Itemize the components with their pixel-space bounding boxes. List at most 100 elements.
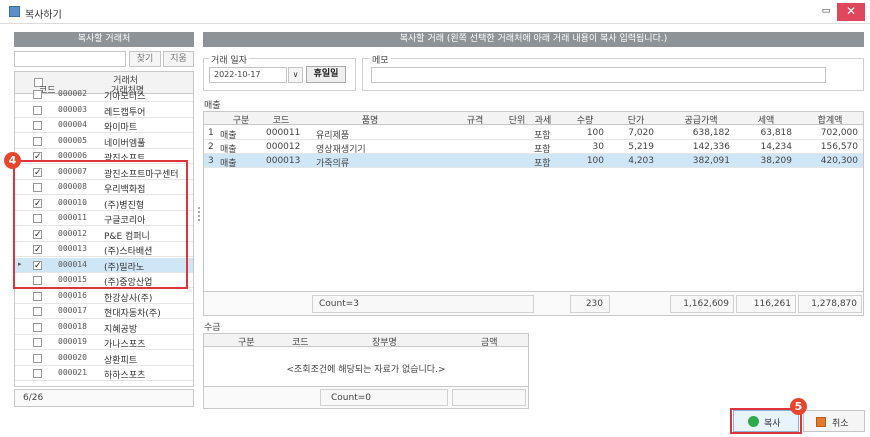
- client-row[interactable]: 000004 와이마트: [15, 118, 193, 133]
- client-code: 000019: [58, 337, 87, 346]
- sales-col-header[interactable]: 수량: [564, 113, 606, 126]
- sales-col-header[interactable]: 품명: [306, 113, 434, 126]
- sales-col-header[interactable]: 단위: [506, 113, 528, 126]
- client-row[interactable]: 000018 지혜공방: [15, 320, 193, 335]
- sales-col-header[interactable]: 규격: [436, 113, 514, 126]
- sales-grid-footer: Count=3 230 1,162,609 116,261 1,278,870: [204, 291, 863, 315]
- client-code: 000018: [58, 321, 87, 331]
- chevron-down-icon[interactable]: ∨: [288, 67, 303, 83]
- client-name: 상환피트: [104, 355, 138, 366]
- client-row-checkbox[interactable]: [33, 322, 42, 332]
- sales-cell-code: 000012: [266, 142, 301, 152]
- sales-row-number: 2: [208, 142, 214, 152]
- date-label: 거래 일자: [209, 53, 249, 66]
- clear-button[interactable]: 지움: [163, 51, 194, 67]
- title-bar: 복사하기 ▭ ✕: [0, 0, 870, 24]
- client-code: 000020: [58, 352, 87, 362]
- client-code: 000017: [58, 306, 87, 315]
- client-row[interactable]: 000002 기아모터스: [15, 87, 193, 102]
- sales-grid-header: 구분 코드 품명 규격 단위 과세 수량 단가 공급가액 세액 합계액: [204, 112, 863, 126]
- client-row-checkbox[interactable]: [33, 307, 42, 316]
- sales-col-header[interactable]: 단가: [614, 113, 658, 126]
- sales-cell-qty: 30: [592, 142, 604, 152]
- client-row-checkbox[interactable]: [33, 105, 42, 115]
- date-input[interactable]: 2022-10-17: [209, 67, 287, 83]
- sales-cell-price: 4,203: [628, 156, 654, 166]
- receipt-col-type[interactable]: 구분: [238, 335, 255, 348]
- sales-col-header[interactable]: 합계액: [798, 113, 862, 126]
- receipt-col-code[interactable]: 코드: [292, 335, 309, 348]
- cancel-button[interactable]: 취소: [803, 410, 865, 432]
- client-row-checkbox[interactable]: [33, 291, 42, 301]
- sales-cell-price: 5,219: [628, 142, 654, 152]
- cancel-button-label: 취소: [832, 419, 849, 429]
- receipt-empty-message: <조회조건에 해당되는 자료가 없습니다.>: [286, 365, 446, 375]
- client-row[interactable]: 000017 현대자동차(주): [15, 304, 193, 319]
- client-row-checkbox[interactable]: [33, 369, 42, 378]
- receipt-grid-footer: Count=0: [204, 386, 528, 408]
- sales-count: Count=3: [319, 299, 359, 309]
- client-row-checkbox[interactable]: [33, 136, 42, 146]
- client-row[interactable]: 000003 레드캡투어: [15, 103, 193, 118]
- sales-row[interactable]: 2 매출 000012 영상재생기기 포함 30 5,219 142,336 14,234 156…: [204, 140, 863, 155]
- panel-splitter[interactable]: [198, 205, 202, 225]
- app-icon: [9, 6, 20, 17]
- selection-count: 6/26: [23, 393, 44, 403]
- client-name: 네이버엠풀: [104, 138, 146, 149]
- client-row[interactable]: 000021 하하스포츠: [15, 366, 193, 381]
- callout-badge-4: 4: [4, 152, 21, 169]
- sales-col-header[interactable]: 공급가액: [668, 113, 734, 126]
- client-row[interactable]: 000020 상환피트: [15, 351, 193, 366]
- callout-highlight-checked-clients: [13, 160, 188, 289]
- receipt-col-account[interactable]: 장부명: [372, 335, 397, 348]
- date-value: 2022-10-17: [214, 70, 261, 79]
- sales-cell-total: 156,570: [820, 142, 858, 152]
- sales-col-header[interactable]: 세액: [736, 113, 796, 126]
- holiday-button[interactable]: 휴일일: [306, 66, 346, 83]
- client-name: 가나스포츠: [104, 340, 146, 350]
- client-name: 와이마트: [104, 123, 138, 133]
- sales-col-header[interactable]: 코드: [260, 113, 302, 126]
- memo-label: 메모: [370, 53, 391, 66]
- sales-section-label: 매출: [204, 101, 221, 111]
- client-code: 000004: [58, 120, 87, 129]
- client-row-checkbox[interactable]: [33, 353, 42, 363]
- sales-cell-tax: 포함: [534, 159, 551, 169]
- sales-total-supply: 1,162,609: [683, 299, 729, 309]
- memo-input[interactable]: [371, 67, 826, 83]
- client-row[interactable]: 000016 한강상사(주): [15, 289, 193, 304]
- client-grid-footer: 6/26: [14, 389, 194, 407]
- client-name: 하하스포츠: [104, 371, 146, 381]
- receipt-grid: 구분 코드 장부명 금액 <조회조건에 해당되는 자료가 없습니다.> Coun…: [203, 333, 529, 409]
- client-row-checkbox[interactable]: [33, 338, 42, 347]
- client-row-checkbox[interactable]: [33, 121, 42, 130]
- client-code: 000021: [58, 368, 87, 377]
- sales-cell-qty: 100: [586, 128, 604, 138]
- client-row[interactable]: 000019 가나스포츠: [15, 335, 193, 350]
- client-name: 기아모터스: [104, 92, 146, 102]
- sales-cell-code: 000013: [266, 156, 301, 166]
- client-search-input[interactable]: [14, 51, 126, 67]
- sales-col-header[interactable]: 구분: [226, 113, 256, 126]
- sales-col-header[interactable]: 과세: [530, 113, 556, 126]
- client-code: 000006: [58, 151, 87, 160]
- client-code: 000002: [58, 89, 87, 98]
- minimize-icon[interactable]: ▭: [818, 4, 834, 20]
- receipt-grid-header: 구분 코드 장부명 금액: [204, 334, 528, 348]
- sales-total-amount: 1,278,870: [811, 299, 857, 309]
- client-row[interactable]: 000005 네이버엠풀: [15, 134, 193, 149]
- sales-cell-vat: 38,209: [760, 156, 793, 166]
- client-name: 지혜공방: [104, 324, 138, 335]
- client-row-checkbox[interactable]: [33, 90, 42, 99]
- close-icon[interactable]: ✕: [837, 3, 865, 21]
- client-name: 한강상사(주): [104, 293, 153, 304]
- receipt-section-label: 수금: [204, 323, 221, 333]
- sales-row[interactable]: 3 매출 000013 가죽의류 포함 100 4,203 382,091 38,209 420,…: [204, 154, 863, 169]
- window-title: 복사하기: [25, 10, 62, 21]
- search-button[interactable]: 찾기: [129, 51, 161, 67]
- sales-row[interactable]: 1 매출 000011 유리제품 포함 100 7,020 638,182 63,818 702,…: [204, 126, 863, 141]
- sales-cell-vat: 63,818: [760, 128, 793, 138]
- client-code: 000016: [58, 290, 87, 300]
- receipt-col-amount[interactable]: 금액: [481, 335, 498, 348]
- transaction-panel-header: 복사할 거래 (왼쪽 선택한 거래처에 아래 거래 내용이 복사 입력됩니다.): [203, 32, 864, 47]
